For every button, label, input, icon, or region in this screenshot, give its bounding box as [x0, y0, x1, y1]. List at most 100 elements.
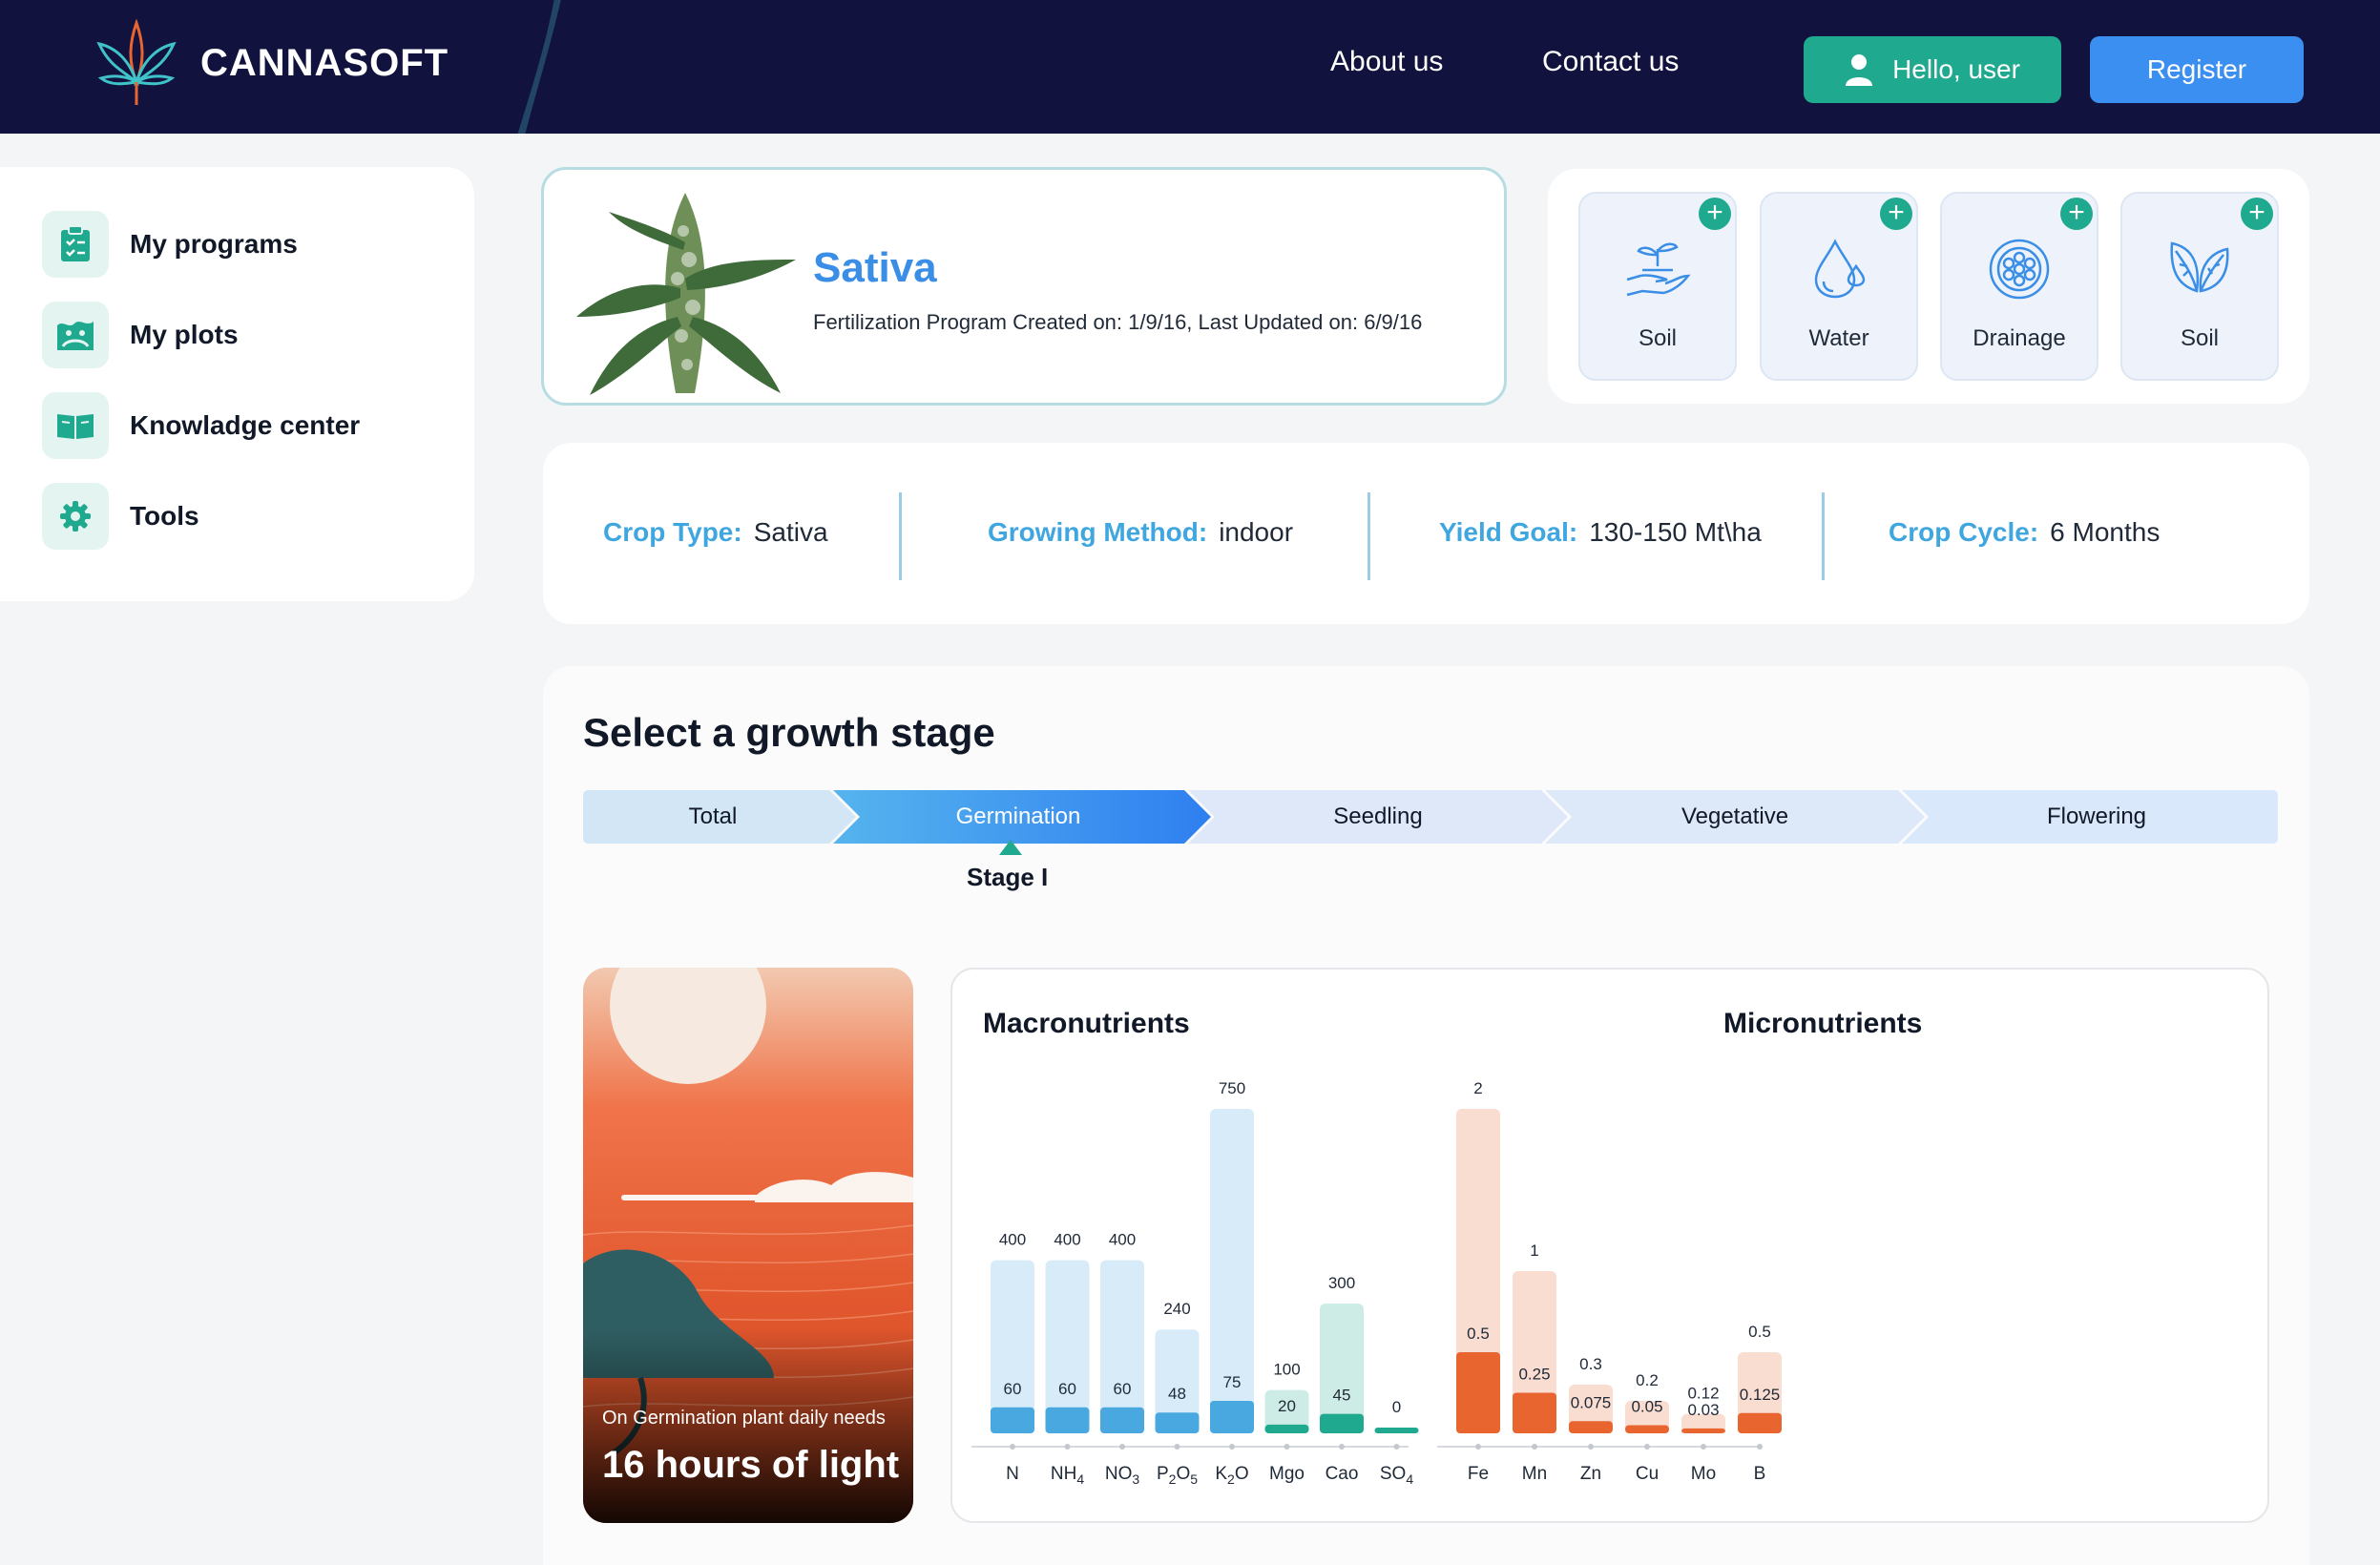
data-label-total: 100 — [1273, 1361, 1300, 1379]
crop-type-value: Sativa — [753, 517, 828, 547]
data-label-total: 750 — [1219, 1079, 1245, 1097]
tick-mark — [1644, 1444, 1650, 1450]
x-tick-label: NH4 — [1051, 1464, 1084, 1487]
crop-cycle-label: Crop Cycle: — [1889, 517, 2039, 547]
section-title: Select a growth stage — [583, 710, 995, 755]
top-navbar: CANNASOFT About us Contact us Hello, use… — [0, 0, 2380, 134]
step-label-flowering[interactable]: Flowering — [1915, 790, 2278, 844]
bar-part-nh4 — [1045, 1407, 1090, 1433]
data-label-total: 240 — [1163, 1300, 1190, 1318]
cannabis-plant-image — [576, 193, 796, 395]
step-label-vegetative[interactable]: Vegetative — [1558, 790, 1911, 844]
sidebar-item-tools[interactable]: Tools — [42, 483, 199, 550]
brand-logo[interactable]: CANNASOFT — [95, 19, 449, 107]
soil-hand-icon — [1626, 242, 1691, 297]
data-label-part: 75 — [1223, 1373, 1242, 1391]
material-label: Water — [1808, 325, 1869, 351]
bar-part-no3 — [1100, 1407, 1144, 1433]
drainage-icon — [1989, 239, 2050, 300]
x-tick-label: N — [1006, 1464, 1019, 1484]
bar-part-k2o — [1210, 1401, 1254, 1433]
crop-cycle-field: Crop Cycle: 6 Months — [1889, 517, 2160, 548]
sidebar-item-label: Tools — [130, 501, 199, 531]
divider — [899, 492, 902, 580]
growing-method-value: indoor — [1219, 517, 1294, 547]
data-label-part: 20 — [1278, 1397, 1296, 1415]
bar-part-cao — [1320, 1413, 1364, 1433]
data-label-part: 48 — [1168, 1385, 1186, 1403]
material-label: Soil — [1638, 325, 1678, 351]
material-label: Soil — [2180, 325, 2220, 351]
step-label-total[interactable]: Total — [583, 790, 843, 844]
user-menu-button[interactable]: Hello, user — [1804, 36, 2061, 103]
bar-part-so4 — [1374, 1428, 1419, 1433]
divider — [1822, 492, 1825, 580]
add-water-button[interactable]: + — [1880, 198, 1912, 230]
data-label-total: 0.2 — [1636, 1371, 1659, 1389]
leaves-icon — [2170, 241, 2229, 293]
x-tick-label: Fe — [1468, 1464, 1489, 1484]
user-icon — [1846, 54, 1873, 86]
crop-type-field: Crop Type: Sativa — [603, 517, 828, 548]
brand-name: CANNASOFT — [200, 41, 449, 84]
tick-mark — [1475, 1444, 1481, 1450]
sidebar-item-my-programs[interactable]: My programs — [42, 211, 298, 278]
bar-part-mn — [1513, 1392, 1556, 1433]
material-water[interactable]: + Water — [1760, 192, 1918, 381]
crop-cycle-value: 6 Months — [2050, 517, 2161, 547]
divider — [1367, 492, 1370, 580]
data-label-total: 400 — [999, 1231, 1026, 1249]
crop-info-bar: Crop Type: Sativa Growing Method: indoor Y… — [543, 443, 2309, 624]
data-label-total: 2 — [1473, 1079, 1482, 1097]
crop-program-dates: Fertilization Program Created on: 1/9/16… — [813, 310, 1423, 334]
data-label-total: 400 — [1109, 1231, 1136, 1249]
register-button[interactable]: Register — [2090, 36, 2304, 103]
x-tick-label: Mgo — [1269, 1464, 1305, 1484]
add-drainage-button[interactable]: + — [2060, 198, 2093, 230]
tick-mark — [1174, 1444, 1180, 1450]
data-label-part: 0.5 — [1467, 1325, 1490, 1343]
crop-program-card[interactable]: Sativa Fertilization Program Created on:… — [541, 167, 1507, 406]
x-tick-label: Mo — [1691, 1464, 1716, 1484]
x-tick-label: Mn — [1522, 1464, 1547, 1484]
tick-mark — [1229, 1444, 1235, 1450]
x-tick-label: NO3 — [1105, 1464, 1140, 1487]
sidebar-item-label: My plots — [130, 320, 239, 349]
nav-contact-us[interactable]: Contact us — [1542, 46, 1679, 78]
sidebar: My programs My plots Knowladge center To… — [0, 167, 474, 601]
add-soil-button[interactable]: + — [1699, 198, 1731, 230]
material-soil-leaves[interactable]: + Soil — [2120, 192, 2279, 381]
material-drainage[interactable]: + Drainage — [1940, 192, 2098, 381]
growing-method-label: Growing Method: — [988, 517, 1208, 547]
tick-mark — [1010, 1444, 1015, 1450]
bar-part-b — [1738, 1412, 1782, 1433]
x-tick-label: SO4 — [1380, 1464, 1413, 1487]
bar-part-mgo — [1264, 1424, 1309, 1433]
cannabis-leaf-icon — [96, 19, 177, 105]
growing-method-field: Growing Method: indoor — [988, 517, 1293, 548]
sidebar-item-knowledge-center[interactable]: Knowladge center — [42, 392, 360, 459]
data-label-part: 0.25 — [1518, 1366, 1550, 1384]
bar-part-fe — [1456, 1352, 1500, 1433]
clipboard-check-icon — [42, 211, 109, 278]
add-soil-leaves-button[interactable]: + — [2241, 198, 2273, 230]
gear-icon — [42, 483, 109, 550]
material-label: Drainage — [1973, 325, 2066, 351]
tick-mark — [1284, 1444, 1290, 1450]
data-label-total: 1 — [1530, 1242, 1538, 1260]
data-label-total: 300 — [1328, 1274, 1355, 1292]
step-label-germination[interactable]: Germination — [846, 790, 1190, 844]
sidebar-item-label: Knowladge center — [130, 410, 361, 440]
sidebar-item-my-plots[interactable]: My plots — [42, 302, 239, 368]
light-caption: On Germination plant daily needs — [602, 1408, 886, 1429]
nav-about-us[interactable]: About us — [1330, 46, 1443, 78]
data-label-total: 400 — [1054, 1231, 1080, 1249]
bar-part-cu — [1625, 1425, 1669, 1433]
x-tick-label: K2O — [1215, 1464, 1248, 1487]
material-soil[interactable]: + Soil — [1578, 192, 1737, 381]
data-label-part: 45 — [1333, 1387, 1351, 1405]
step-label-seedling[interactable]: Seedling — [1201, 790, 1555, 844]
data-label-part: 0.075 — [1571, 1393, 1612, 1411]
data-label-part: 60 — [1114, 1380, 1132, 1398]
bar-part-n — [991, 1407, 1034, 1433]
